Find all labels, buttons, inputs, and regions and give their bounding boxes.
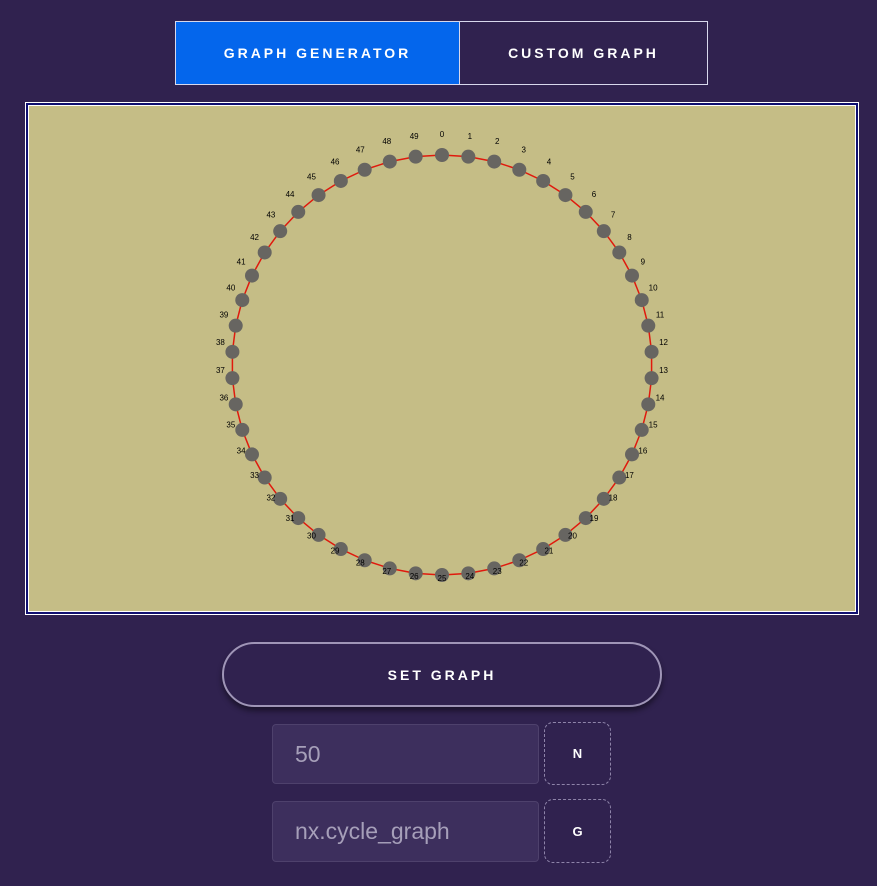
graph-node[interactable] [225, 371, 240, 386]
graph-node-label: 2 [495, 137, 500, 146]
graph-labels: 0 123456789101112131415161718192021222324… [216, 130, 669, 583]
graph-node-label: 0 [440, 130, 445, 139]
graph-node[interactable] [357, 162, 372, 177]
graph-node[interactable] [225, 344, 240, 359]
graph-node[interactable] [333, 173, 348, 188]
graph-node-label: 45 [307, 172, 316, 181]
graph-node-label: 21 [544, 547, 553, 556]
graph-node-label: 49 [410, 132, 419, 141]
graph-node[interactable] [257, 470, 272, 485]
graph-node[interactable] [435, 148, 449, 162]
graph-node[interactable] [273, 224, 288, 239]
graph-node[interactable] [461, 149, 476, 164]
graph-node-label: 24 [465, 572, 474, 581]
graph-node-label: 19 [590, 514, 599, 523]
graph-node-label: 14 [656, 394, 665, 403]
graph-node[interactable] [291, 204, 306, 219]
set-graph-button[interactable]: SET GRAPH [222, 642, 662, 707]
graph-node-label: 35 [226, 421, 235, 430]
graph-node[interactable] [596, 224, 611, 239]
graph-generator-input[interactable] [272, 801, 539, 862]
graph-node-label: 20 [568, 532, 577, 541]
graph-node[interactable] [536, 173, 551, 188]
graph-node[interactable] [512, 162, 527, 177]
graph-node-label: 6 [592, 190, 597, 199]
graph-svg: 0 123456789101112131415161718192021222324… [216, 130, 669, 583]
graph-node[interactable] [634, 293, 649, 308]
graph-node[interactable] [644, 344, 659, 359]
graph-node[interactable] [644, 371, 659, 386]
graph-node-label: 31 [286, 514, 295, 523]
graph-node-label: 42 [250, 233, 259, 242]
graph-node[interactable] [641, 397, 656, 412]
graph-node-label: 48 [382, 137, 391, 146]
graph-node-label: 7 [611, 210, 616, 219]
graph-node-label: 33 [250, 471, 259, 480]
graph-node[interactable] [257, 245, 272, 260]
graph-node[interactable] [235, 422, 250, 437]
graph-node[interactable] [634, 422, 649, 437]
graph-node-label: 5 [570, 172, 575, 181]
graph-canvas-frame: 0 1 2 3 4 5 6 7 8 9 10 11 12 13 14 15 16 17 18 19 20 21 22 23 24… [25, 102, 859, 615]
graph-node-label: 9 [641, 257, 646, 266]
graph-node-label: 8 [627, 233, 632, 242]
graph-node[interactable] [578, 204, 593, 219]
graph-node-label: 10 [649, 283, 658, 292]
graph-node[interactable] [244, 447, 259, 462]
graph-node-label: 38 [216, 338, 225, 347]
graph-node[interactable] [558, 188, 573, 203]
graph-node-label: 43 [266, 210, 275, 219]
graph-node-label: 4 [547, 157, 552, 166]
graph-node-label: 39 [219, 310, 228, 319]
graph-node-label: 26 [410, 572, 419, 581]
graph-node-label: 18 [609, 494, 618, 503]
graph-node-label: 1 [468, 132, 473, 141]
graph-node-label: 44 [286, 190, 295, 199]
graph-node-label: 13 [659, 366, 668, 375]
graph-node-label: 41 [237, 257, 246, 266]
graph-node[interactable] [408, 149, 423, 164]
graph-canvas[interactable]: 0 1 2 3 4 5 6 7 8 9 10 11 12 13 14 15 16 17 18 19 20 21 22 23 24… [28, 105, 856, 612]
graph-node-label: 34 [237, 447, 246, 456]
graph-node-label: 40 [226, 283, 235, 292]
graph-node-label: 11 [656, 310, 665, 319]
graph-node[interactable] [228, 397, 243, 412]
tab-graph-generator[interactable]: GRAPH GENERATOR [175, 21, 460, 85]
graph-node-label: 3 [521, 146, 526, 155]
n-button[interactable]: N [544, 722, 611, 785]
graph-node[interactable] [382, 154, 397, 169]
graph-node-label: 16 [638, 447, 647, 456]
graph-node[interactable] [612, 245, 627, 260]
graph-node[interactable] [244, 268, 259, 283]
graph-node[interactable] [625, 447, 640, 462]
graph-node-label: 17 [625, 471, 634, 480]
graph-node-label: 47 [356, 146, 365, 155]
n-input[interactable] [272, 724, 539, 784]
graph-node-label: 12 [659, 338, 668, 347]
graph-node-label: 23 [493, 567, 502, 576]
graph-node[interactable] [228, 318, 243, 333]
graph-node[interactable] [625, 268, 640, 283]
graph-node-label: 28 [356, 558, 365, 567]
graph-node-label: 15 [649, 421, 658, 430]
graph-node[interactable] [235, 293, 250, 308]
graph-node-label: 32 [266, 494, 275, 503]
graph-node-label: 36 [219, 394, 228, 403]
tab-bar: GRAPH GENERATOR CUSTOM GRAPH [175, 21, 708, 85]
graph-node-label: 22 [519, 558, 528, 567]
graph-node[interactable] [487, 154, 502, 169]
graph-node-label: 46 [331, 157, 340, 166]
graph-node[interactable] [311, 188, 326, 203]
graph-node-label: 25 [438, 574, 447, 583]
g-button[interactable]: G [544, 799, 611, 863]
graph-node-label: 37 [216, 366, 225, 375]
graph-node-label: 29 [331, 547, 340, 556]
graph-node[interactable] [641, 318, 656, 333]
graph-node-label: 30 [307, 532, 316, 541]
tab-custom-graph[interactable]: CUSTOM GRAPH [460, 21, 708, 85]
graph-node-label: 27 [382, 567, 391, 576]
